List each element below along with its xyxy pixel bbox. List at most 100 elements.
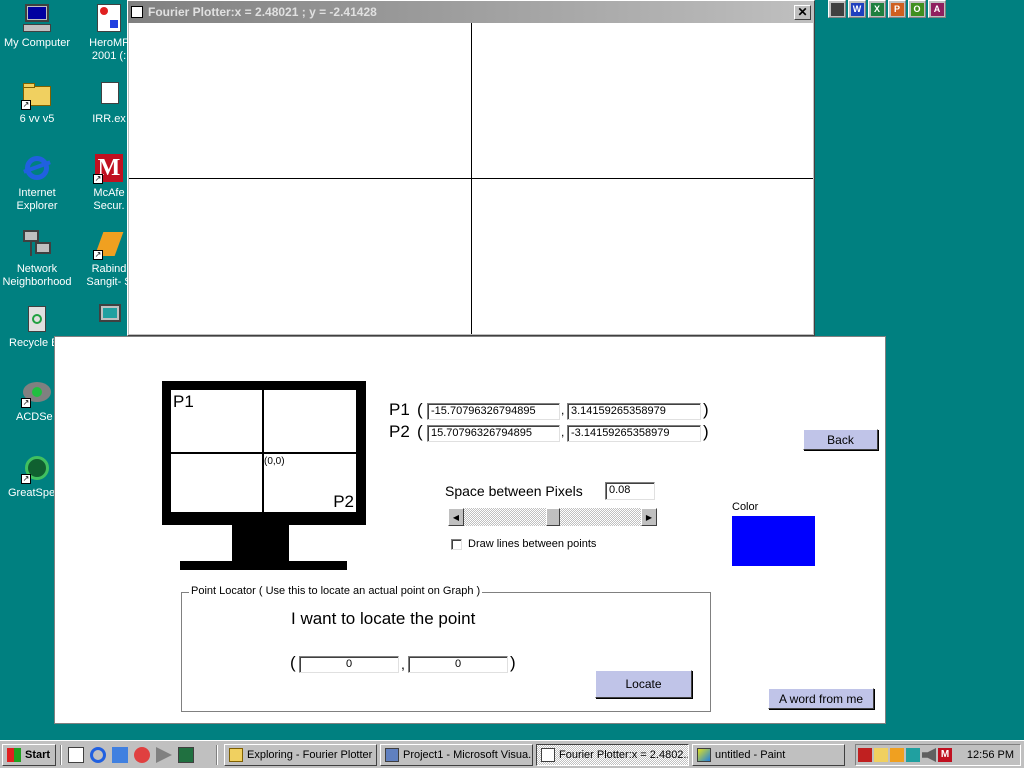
desktop-icon-label: Network Neighborhood [2,263,72,288]
draw-lines-label: Draw lines between points [468,538,597,550]
locate-heading: I want to locate the point [291,609,476,628]
window-icon [541,748,555,762]
tray-network-icon[interactable] [906,748,920,762]
folder-icon [229,748,243,762]
show-desktop-icon[interactable] [68,747,84,763]
p1-label: P1 [389,400,410,419]
p1-x-field[interactable]: -15.70796326794895 [427,403,560,420]
locate-button[interactable]: Locate [595,670,692,698]
locate-open-paren: ( [290,653,296,672]
tray-lightning-icon[interactable] [890,748,904,762]
quick-launch [68,747,194,763]
tray-app-icon[interactable] [858,748,872,762]
shortcut-arrow-icon: ↗ [93,250,103,260]
office-bar-button[interactable]: W [848,0,866,18]
access-icon: A [930,2,944,16]
channel-quick-icon[interactable] [134,747,150,763]
monitor-base [180,561,347,570]
app-icon [93,2,125,34]
slider-left-arrow[interactable]: ◀ [448,508,464,526]
plot-window: Fourier Plotter:x = 2.48021 ; y = -2.414… [127,0,815,336]
y-axis-line [471,23,472,334]
ie-quick-icon[interactable] [90,747,106,763]
tray-folder-icon[interactable] [874,748,888,762]
desktop-icon-network-neighborhood[interactable]: Network Neighborhood [0,228,74,289]
office-bar-button[interactable] [828,0,846,18]
word-icon: W [850,2,864,16]
desktop-icon-my-computer[interactable]: My Computer [0,2,74,50]
task-exploring[interactable]: Exploring - Fourier Plotter [224,744,377,766]
powerpoint-icon: P [890,2,904,16]
plot-canvas[interactable] [129,23,813,334]
task-label: Fourier Plotter:x = 2.4802... [559,749,689,761]
internet-explorer-icon [21,152,53,184]
office-bar-button[interactable]: A [928,0,946,18]
visual-basic-icon [385,748,399,762]
greatspeech-icon: ↗ [21,452,53,484]
monitor-screen: P1 (0,0) P2 [171,390,356,512]
task-project1[interactable]: Project1 - Microsoft Visua... [380,744,533,766]
p2-label: P2 [389,422,410,441]
network-icon [21,228,53,260]
slider-thumb[interactable] [545,508,560,526]
draw-lines-checkbox[interactable] [451,539,462,550]
control-window: P1 (0,0) P2 P1 ( -15.70796326794895 , 3.… [54,336,886,724]
p1-open-paren: ( [417,400,423,419]
office-bar-button[interactable]: P [888,0,906,18]
slider-right-arrow[interactable]: ▶ [641,508,657,526]
desktop-icon-6vvv5[interactable]: ↗ 6 vv v5 [0,78,74,126]
pixel-spacing-slider[interactable]: ◀ ▶ [448,508,657,526]
monitor-neck [232,525,289,561]
taskbar: Start Exploring - Fourier Plotter Projec… [0,740,1024,768]
back-button[interactable]: Back [803,429,878,450]
computer-icon [21,2,53,34]
office-shortcut-icon [830,2,844,16]
space-between-pixels-field[interactable]: 0.08 [605,482,655,500]
tray-mcafee-icon[interactable]: M [938,748,952,762]
p1-comma: , [561,403,565,417]
p2-y-field[interactable]: -3.14159265358979 [567,425,701,442]
recycle-bin-icon [21,302,53,334]
plot-window-title: Fourier Plotter:x = 2.48021 ; y = -2.414… [148,5,377,19]
task-label: untitled - Paint [715,749,786,761]
office-bar-button[interactable]: X [868,0,886,18]
p1-close-paren: ) [703,400,709,419]
locate-comma: , [401,656,405,672]
p2-comma: , [561,425,565,439]
taskbar-separator [60,745,62,765]
shortcut-arrow-icon: ↗ [21,474,31,484]
locate-x-field[interactable]: 0 [299,656,399,673]
a-word-from-me-button[interactable]: A word from me [768,688,874,709]
desktop-icon-label: 6 vv v5 [19,113,55,125]
plot-window-titlebar[interactable]: Fourier Plotter:x = 2.48021 ; y = -2.414… [128,1,814,23]
clock: 12:56 PM [966,749,1014,761]
p2-x-field[interactable]: 15.70796326794895 [427,425,560,442]
task-fourier-plotter[interactable]: Fourier Plotter:x = 2.4802... [536,744,689,766]
task-label: Project1 - Microsoft Visua... [403,749,533,761]
excel-icon: X [870,2,884,16]
task-paint[interactable]: untitled - Paint [692,744,845,766]
app-quick-icon[interactable] [178,747,194,763]
desktop-icon-label: Internet Explorer [16,187,58,212]
p1-y-field[interactable]: 3.14159265358979 [567,403,701,420]
start-button[interactable]: Start [2,744,56,766]
media-quick-icon[interactable] [156,747,172,763]
outlook-quick-icon[interactable] [112,747,128,763]
locate-y-field[interactable]: 0 [408,656,508,673]
shortcut-arrow-icon: ↗ [93,174,103,184]
mcafee-icon: M ↗ [93,152,125,184]
p2-close-paren: ) [703,422,709,441]
screen-p1-label: P1 [173,392,194,411]
desktop-icon-internet-explorer[interactable]: Internet Explorer [0,152,74,213]
locate-close-paren: ) [510,653,516,672]
windows-logo-icon [7,748,21,762]
eye-icon: ↗ [21,376,53,408]
color-label: Color [732,501,759,513]
office-bar-button[interactable]: O [908,0,926,18]
close-button[interactable]: ✕ [794,4,811,20]
color-swatch[interactable] [732,516,815,566]
tray-speaker-icon[interactable] [922,748,936,762]
point-locator-legend: Point Locator ( Use this to locate an ac… [189,585,483,597]
screen-p2-label: P2 [333,492,354,511]
outlook-icon: O [910,2,924,16]
